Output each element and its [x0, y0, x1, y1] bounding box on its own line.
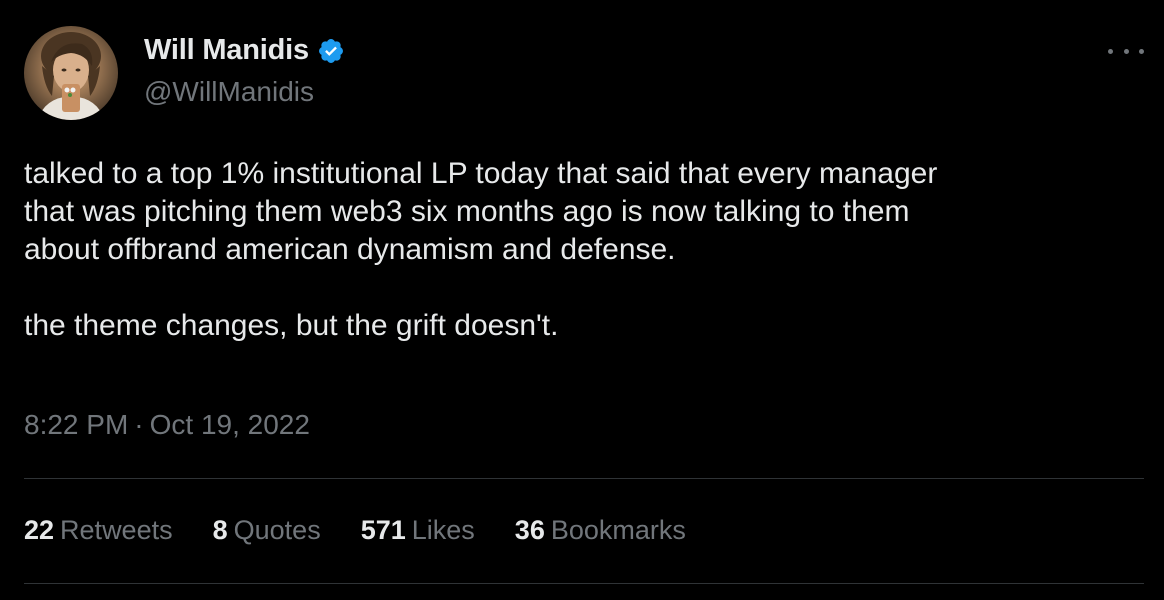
author-handle[interactable]: @WillManidis — [144, 76, 314, 108]
timestamp-separator: · — [134, 409, 144, 440]
tweet-time: 8:22 PM — [24, 409, 129, 440]
stat-quotes[interactable]: 8 Quotes — [213, 515, 321, 546]
stat-count: 8 — [212, 515, 228, 545]
tweet-date: Oct 19, 2022 — [149, 409, 310, 440]
stat-label: Likes — [411, 515, 475, 545]
stat-count: 36 — [514, 515, 545, 545]
stat-likes[interactable]: 571 Likes — [361, 515, 475, 546]
profile-photo-icon — [38, 32, 104, 120]
stat-label: Retweets — [60, 515, 173, 545]
stat-count: 22 — [24, 515, 55, 545]
verified-badge-icon — [318, 38, 343, 63]
more-options-button[interactable] — [1108, 36, 1144, 66]
stat-bookmarks[interactable]: 36 Bookmarks — [515, 515, 686, 546]
ellipsis-icon — [1139, 48, 1144, 54]
divider — [24, 478, 1144, 479]
tweet-text: talked to a top 1% institutional LP toda… — [24, 157, 938, 342]
stat-label: Quotes — [233, 515, 321, 545]
divider — [24, 583, 1144, 584]
tweet-card: Will Manidis @WillManidis talked to a to… — [0, 0, 1164, 600]
avatar[interactable] — [24, 26, 118, 120]
tweet-timestamp[interactable]: 8:22 PM · Oct 19, 2022 — [24, 409, 310, 441]
stat-retweets[interactable]: 22 Retweets — [24, 515, 173, 546]
stat-count: 571 — [360, 515, 406, 545]
author-name-row: Will Manidis — [144, 34, 345, 67]
ellipsis-icon — [1108, 48, 1113, 54]
engagement-stats: 22 Retweets 8 Quotes 571 Likes 36 Bookma… — [24, 515, 726, 546]
stat-label: Bookmarks — [550, 515, 686, 545]
display-name[interactable]: Will Manidis — [144, 34, 309, 67]
ellipsis-icon — [1123, 48, 1129, 54]
